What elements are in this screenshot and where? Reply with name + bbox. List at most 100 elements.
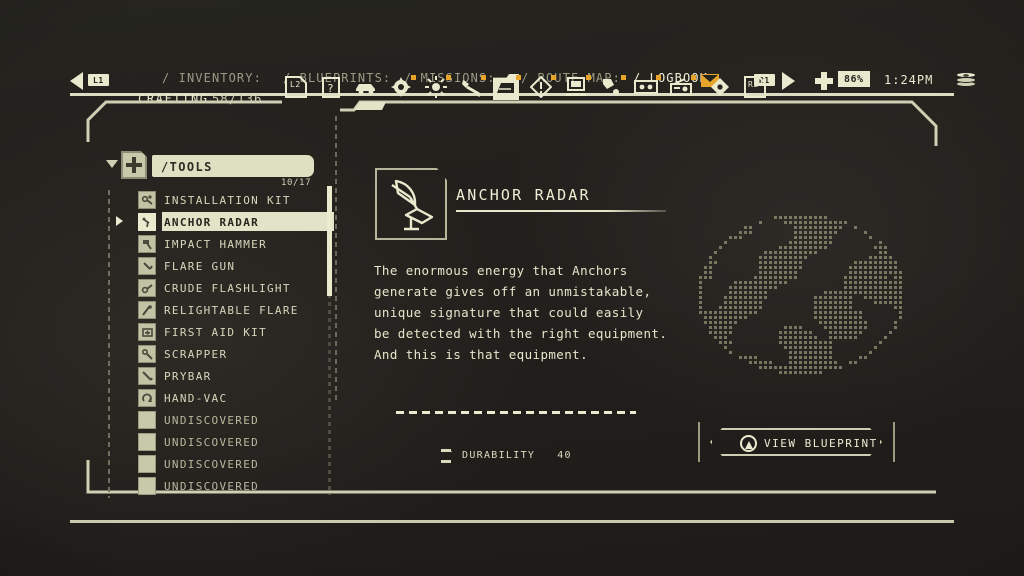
- tab-cassette[interactable]: [633, 72, 661, 102]
- list-rail: [108, 190, 110, 498]
- flare-icon: [138, 301, 156, 319]
- blank-icon: [138, 455, 156, 473]
- top-navigation-bar: L1 / INVENTORY: / BLUEPRINTS: / MISSIONS…: [0, 30, 1024, 96]
- tab-anchor-core[interactable]: [707, 72, 735, 102]
- hand-vac-icon: [138, 389, 156, 407]
- installation-kit-icon: [138, 191, 156, 209]
- durability-stat: DURABILITY 40: [462, 450, 572, 461]
- folder-collapse-toggle[interactable]: [106, 160, 118, 168]
- list-item-label: ANCHOR RADAR: [164, 216, 260, 229]
- list-item-label: CRUDE FLASHLIGHT: [164, 282, 291, 295]
- list-item[interactable]: INSTALLATION KIT: [138, 190, 334, 210]
- l2-bumper-icon: L2: [283, 74, 309, 100]
- anchor-radar-large-icon: [391, 179, 434, 231]
- list-item[interactable]: IMPACT HAMMER: [138, 234, 334, 254]
- tab-crafting[interactable]: [493, 72, 521, 102]
- scrapper-icon: [138, 345, 156, 363]
- list-item-label: UNDISCOVERED: [164, 458, 260, 471]
- list-item-undiscovered[interactable]: UNDISCOVERED: [138, 410, 334, 430]
- hourglass-icon: [441, 449, 451, 463]
- tab-notification-dot: [656, 75, 661, 80]
- tab-terminal[interactable]: [563, 72, 591, 102]
- tools-folder-icon[interactable]: [121, 151, 147, 179]
- selection-cursor-icon: [116, 216, 123, 226]
- list-item-undiscovered[interactable]: UNDISCOVERED: [138, 454, 334, 474]
- footer-hint-bar: BACK SELECT R SCROLL VIEW BLUEPRINT: [0, 520, 1024, 576]
- r2-bumper-icon: R2: [742, 74, 768, 100]
- list-item-label: FIRST AID KIT: [164, 326, 267, 339]
- anchor-radar-icon: [138, 213, 156, 231]
- svg-text:?: ?: [327, 82, 334, 95]
- tab-r2-bumper[interactable]: R2: [742, 72, 770, 102]
- item-icon-frame: [375, 168, 447, 240]
- view-blueprint-label: VIEW BLUEPRINT: [764, 437, 878, 450]
- list-item[interactable]: PRYBAR: [138, 366, 334, 386]
- impact-hammer-icon: [138, 235, 156, 253]
- clipboard-icon: ?: [318, 74, 344, 100]
- tab-notification-dot: [621, 75, 626, 80]
- tab-notification-dot: [691, 75, 696, 80]
- detail-divider: [396, 411, 636, 414]
- tab-notification-dot: [551, 75, 556, 80]
- item-list[interactable]: INSTALLATION KIT ANCHOR RADAR IMPACT HAM…: [108, 190, 334, 498]
- list-item[interactable]: SCRAPPER: [138, 344, 334, 364]
- vehicle-icon: [353, 74, 379, 100]
- list-item-label: RELIGHTABLE FLARE: [164, 304, 299, 317]
- item-description: The enormous energy that Anchors generat…: [374, 263, 668, 362]
- list-item-label: PRYBAR: [164, 370, 212, 383]
- item-title: ANCHOR RADAR: [456, 186, 591, 204]
- tab-notification-dot: [481, 75, 486, 80]
- durability-value: 40: [557, 450, 572, 461]
- tab-notification-dot: [446, 75, 451, 80]
- radar-map-decoration: [699, 216, 902, 374]
- list-scrollbar-thumb[interactable]: [327, 186, 332, 296]
- list-item-label: HAND-VAC: [164, 392, 228, 405]
- game-hud-screen: L1 / INVENTORY: / BLUEPRINTS: / MISSIONS…: [0, 0, 1024, 576]
- tab-hazard[interactable]: [528, 72, 556, 102]
- list-item-selected[interactable]: ANCHOR RADAR: [116, 212, 334, 232]
- list-item-undiscovered[interactable]: UNDISCOVERED: [138, 432, 334, 452]
- list-item[interactable]: HAND-VAC: [138, 388, 334, 408]
- tab-fuse[interactable]: [458, 72, 486, 102]
- list-item-label: UNDISCOVERED: [164, 414, 260, 427]
- flashlight-icon: [138, 279, 156, 297]
- svg-text:R2: R2: [748, 80, 759, 89]
- list-item-label: INSTALLATION KIT: [164, 194, 291, 207]
- blank-icon: [138, 411, 156, 429]
- blank-icon: [138, 477, 156, 495]
- list-item[interactable]: RELIGHTABLE FLARE: [138, 300, 334, 320]
- tab-notification-dot: [516, 75, 521, 80]
- tab-paint[interactable]: [598, 72, 626, 102]
- list-item-label: UNDISCOVERED: [164, 480, 260, 493]
- flare-gun-icon: [138, 257, 156, 275]
- blueprint-rail-left: [698, 422, 700, 462]
- prybar-icon: [138, 367, 156, 385]
- list-item[interactable]: FLARE GUN: [138, 256, 334, 276]
- list-item-undiscovered[interactable]: UNDISCOVERED: [138, 476, 334, 496]
- tab-lamp[interactable]: [423, 72, 451, 102]
- folder-header-tools[interactable]: /TOOLS: [152, 155, 314, 177]
- tab-l2-bumper[interactable]: L2: [283, 72, 311, 102]
- list-item-label: IMPACT HAMMER: [164, 238, 267, 251]
- list-item[interactable]: FIRST AID KIT: [138, 322, 334, 342]
- svg-text:L2: L2: [290, 80, 301, 89]
- item-title-underline: [456, 210, 666, 212]
- list-item-label: UNDISCOVERED: [164, 436, 260, 449]
- tab-vehicle[interactable]: [353, 72, 381, 102]
- list-item-label: SCRAPPER: [164, 348, 228, 361]
- list-item-label: FLARE GUN: [164, 260, 236, 273]
- view-blueprint-button[interactable]: VIEW BLUEPRINT: [710, 428, 882, 456]
- anchor-core-icon: [707, 74, 733, 100]
- list-item[interactable]: CRUDE FLASHLIGHT: [138, 278, 334, 298]
- triangle-button-icon: [740, 435, 757, 452]
- tab-notification-dot: [411, 75, 416, 80]
- first-aid-icon: [138, 323, 156, 341]
- footer-rule: [70, 520, 954, 523]
- tab-engine-part[interactable]: [388, 72, 416, 102]
- tab-notification-dot: [586, 75, 591, 80]
- blueprint-rail-right: [893, 422, 895, 462]
- folder-discovered-count: 10/17: [281, 178, 312, 188]
- tab-quest-clipboard[interactable]: ?: [318, 72, 346, 102]
- blank-icon: [138, 433, 156, 451]
- tab-radio[interactable]: [668, 72, 696, 102]
